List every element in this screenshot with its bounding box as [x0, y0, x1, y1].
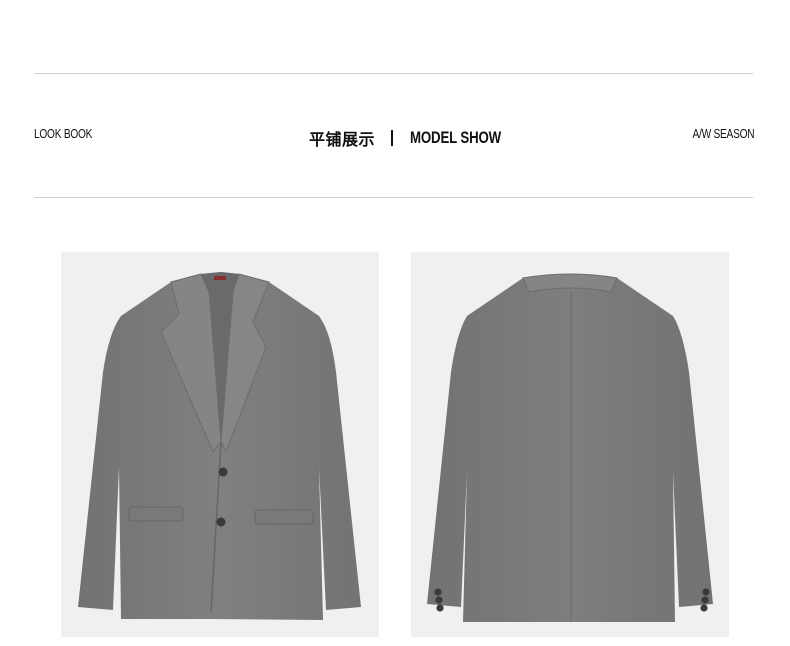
top-divider	[34, 73, 753, 74]
jacket-back-photo	[411, 252, 729, 637]
title-separator	[391, 130, 394, 146]
section-title: 平铺展示 MODEL SHOW	[309, 124, 527, 152]
bottom-divider	[34, 197, 753, 198]
section-title-en: MODEL SHOW	[410, 128, 502, 147]
look-book-label: LOOK BOOK	[34, 126, 93, 141]
jacket-back-illustration	[427, 273, 713, 622]
section-title-cn: 平铺展示	[309, 132, 376, 149]
jacket-front-illustration	[78, 272, 361, 620]
jacket-front-photo	[61, 252, 379, 637]
season-label: A/W SEASON	[692, 126, 754, 141]
